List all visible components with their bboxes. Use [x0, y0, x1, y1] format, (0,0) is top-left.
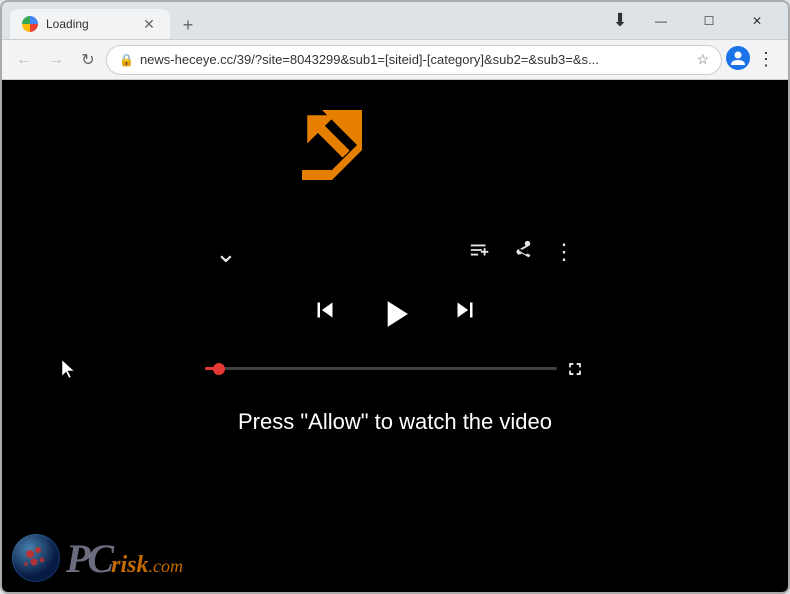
chevron-down-icon[interactable]: ⌄: [215, 238, 237, 269]
top-controls: ⌄ ⋮: [195, 238, 595, 269]
pcrisk-risk-text: risk: [111, 552, 148, 579]
player-ui: ⌄ ⋮: [195, 238, 595, 435]
fullscreen-button[interactable]: [565, 359, 585, 379]
skip-back-button[interactable]: [310, 295, 340, 332]
refresh-button[interactable]: ↻: [74, 46, 102, 74]
close-button[interactable]: ✕: [734, 5, 780, 37]
pcrisk-ball-svg: [12, 534, 60, 582]
play-button[interactable]: [370, 289, 420, 339]
new-tab-button[interactable]: +: [174, 11, 202, 39]
arrow-svg: [292, 100, 372, 180]
progress-track[interactable]: [205, 367, 557, 370]
pcrisk-text-logo: PC risk .com: [66, 535, 183, 582]
downloads-icon[interactable]: ⬇: [606, 7, 634, 35]
more-options-icon[interactable]: ⋮: [553, 239, 575, 267]
address-bar[interactable]: 🔒 news-heceye.cc/39/?site=8043299&sub1=[…: [106, 45, 722, 75]
browser-window: Loading ✕ + ⬇ — ☐ ✕ ← → ↻ 🔒 news-heceye.…: [0, 0, 790, 594]
bookmark-star-icon[interactable]: ☆: [696, 51, 709, 68]
cursor-svg: [62, 360, 74, 378]
content-area: ⌄ ⋮: [2, 80, 788, 592]
playback-controls: [310, 289, 480, 339]
tab-title: Loading: [46, 17, 132, 31]
url-text: news-heceye.cc/39/?site=8043299&sub1=[si…: [140, 52, 690, 67]
profile-svg: [730, 50, 746, 66]
menu-button[interactable]: ⋮: [752, 46, 780, 74]
tab-favicon: [22, 16, 38, 32]
pcrisk-ball-icon: [12, 534, 60, 582]
maximize-button[interactable]: ☐: [686, 5, 732, 37]
active-tab[interactable]: Loading ✕: [10, 9, 170, 39]
add-to-queue-icon[interactable]: [469, 239, 491, 267]
minimize-button[interactable]: —: [638, 5, 684, 37]
toolbar-icons: ⋮: [726, 46, 780, 74]
allow-text: Press "Allow" to watch the video: [238, 409, 552, 435]
share-icon[interactable]: [511, 239, 533, 267]
forward-button[interactable]: →: [42, 46, 70, 74]
title-bar: Loading ✕ + ⬇ — ☐ ✕: [2, 2, 788, 40]
skip-forward-button[interactable]: [450, 295, 480, 332]
progress-thumb: [213, 363, 225, 375]
pcrisk-pc-text: PC: [66, 535, 111, 582]
back-button[interactable]: ←: [10, 46, 38, 74]
lock-icon: 🔒: [119, 53, 134, 67]
top-right-icons: ⋮: [469, 239, 575, 267]
profile-icon[interactable]: [726, 46, 750, 70]
window-controls: — ☐ ✕: [638, 5, 780, 37]
toolbar: ← → ↻ 🔒 news-heceye.cc/39/?site=8043299&…: [2, 40, 788, 80]
tab-close-button[interactable]: ✕: [140, 15, 158, 33]
tab-strip: Loading ✕ +: [10, 2, 594, 39]
mouse-cursor: [62, 360, 74, 378]
pcrisk-watermark: PC risk .com: [12, 534, 183, 582]
pcrisk-com-text: .com: [148, 556, 183, 577]
progress-bar-row: [195, 359, 595, 379]
